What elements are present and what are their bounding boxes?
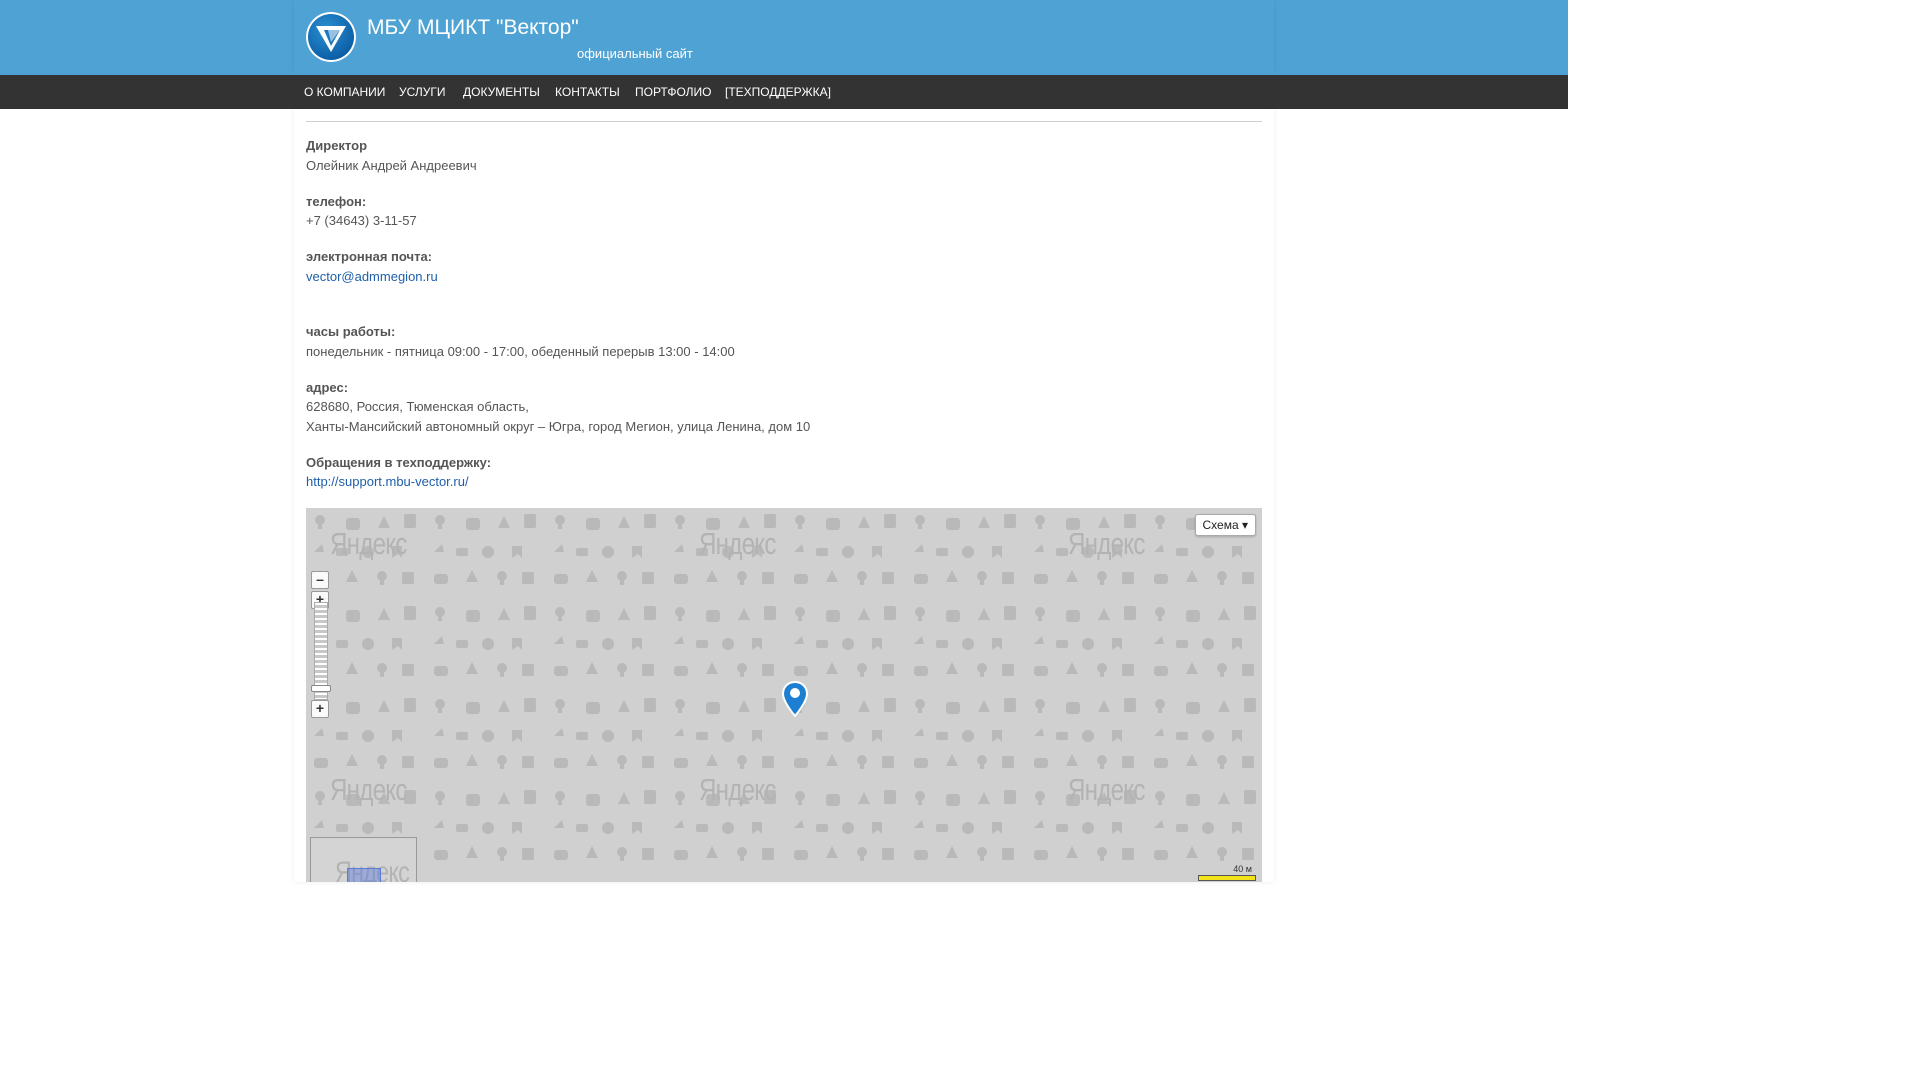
map-watermark: Яндекс <box>699 526 776 561</box>
hours-label: часы работы: <box>306 324 396 339</box>
map-pin-icon[interactable] <box>782 681 808 717</box>
map-watermark: Яндекс <box>1068 526 1145 561</box>
yandex-map[interactable]: Яндекс Яндекс Яндекс Яндекс Яндекс Яндек… <box>306 508 1262 882</box>
zoom-in-button[interactable]: + <box>311 700 329 718</box>
address-label: адрес: <box>306 380 349 395</box>
director-label: Директор <box>306 138 368 153</box>
map-type-dropdown[interactable]: Схема ▾ <box>1194 514 1256 536</box>
map-watermark: Яндекс <box>330 772 407 807</box>
email-link[interactable]: vector@admmegion.ru <box>306 269 438 284</box>
support-link[interactable]: http://support.mbu-vector.ru/ <box>306 474 469 489</box>
email-label: электронная почта: <box>306 249 433 264</box>
minimap-viewport-frame[interactable] <box>347 868 381 882</box>
map-minimap[interactable]: Яндекс <box>310 837 417 882</box>
director-name: Олейник Андрей Андреевич <box>306 158 477 173</box>
nav-item-services[interactable]: УСЛУГИ <box>399 75 446 109</box>
nav-item-documents[interactable]: ДОКУМЕНТЫ <box>463 75 540 109</box>
map-watermark: Яндекс <box>1068 772 1145 807</box>
map-scale-bar <box>1198 875 1256 881</box>
content-divider <box>306 121 1262 122</box>
nav-item-portfolio[interactable]: ПОРТФОЛИО <box>635 75 712 109</box>
nav-item-contacts[interactable]: КОНТАКТЫ <box>555 75 620 109</box>
support-label: Обращения в техподдержку: <box>306 455 492 470</box>
map-watermark: Яндекс <box>330 526 407 561</box>
zoom-slider-handle[interactable] <box>311 685 331 692</box>
map-scale: 40 м <box>1198 864 1256 881</box>
hours-value: понедельник - пятница 09:00 - 17:00, обе… <box>306 344 735 359</box>
phone-label: телефон: <box>306 194 367 209</box>
main-nav: О КОМПАНИИ УСЛУГИ ДОКУМЕНТЫ КОНТАКТЫ ПОР… <box>0 75 1568 109</box>
zoom-out-button[interactable]: – <box>311 571 329 589</box>
address-line-2: Ханты-Мансийский автономный округ – Югра… <box>306 419 811 434</box>
site-title[interactable]: МБУ МЦИКТ "Вектор" <box>367 16 579 40</box>
site-subtitle: официальный сайт <box>577 46 693 61</box>
nav-item-support[interactable]: [ТЕХПОДДЕРЖКА] <box>725 75 831 109</box>
address-line-1: 628680, Россия, Тюменская область, <box>306 399 529 414</box>
nav-item-about[interactable]: О КОМПАНИИ <box>304 75 385 109</box>
map-watermark: Яндекс <box>699 772 776 807</box>
phone-value: +7 (34643) 3-11-57 <box>306 213 417 228</box>
vector-logo-icon[interactable] <box>306 12 356 62</box>
map-scale-label: 40 м <box>1233 864 1252 874</box>
